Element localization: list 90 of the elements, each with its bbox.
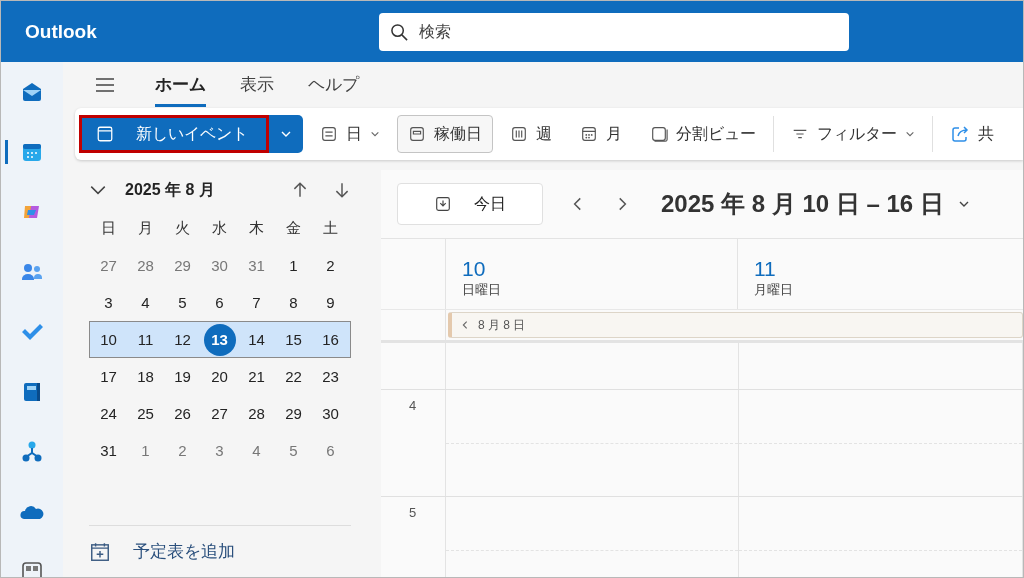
date-cell[interactable]: 25 xyxy=(127,396,164,431)
app-title: Outlook xyxy=(25,20,98,43)
date-cell[interactable]: 2 xyxy=(164,433,201,468)
calendar-today-icon xyxy=(434,195,452,213)
date-cell[interactable]: 26 xyxy=(164,396,201,431)
date-cell[interactable]: 9 xyxy=(312,285,349,320)
up-arrow-icon[interactable] xyxy=(291,181,309,199)
weekday-label: 金 xyxy=(285,218,302,238)
weekday-name: 日曜日 xyxy=(462,281,501,299)
add-calendar-button[interactable]: 予定表を追加 xyxy=(89,536,235,567)
date-cell[interactable]: 17 xyxy=(90,359,127,394)
weekday-label: 日 xyxy=(100,218,117,238)
date-cell[interactable]: 19 xyxy=(164,359,201,394)
weekday-name: 月曜日 xyxy=(754,281,793,299)
date-cell[interactable]: 30 xyxy=(201,248,238,283)
chevron-left-icon xyxy=(460,320,470,330)
weekday-label: 水 xyxy=(211,218,228,238)
date-cell[interactable]: 7 xyxy=(238,285,275,320)
date-cell[interactable]: 31 xyxy=(238,248,275,283)
hour-label: 5 xyxy=(409,505,417,520)
day-view-icon xyxy=(320,125,338,143)
date-cell[interactable]: 10 xyxy=(90,322,127,357)
date-cell[interactable]: 4 xyxy=(127,285,164,320)
date-cell[interactable]: 14 xyxy=(238,322,275,357)
date-cell[interactable]: 3 xyxy=(201,433,238,468)
date-cell[interactable]: 30 xyxy=(312,396,349,431)
envelope-icon xyxy=(20,80,44,104)
date-cell[interactable]: 29 xyxy=(275,396,312,431)
weekday-label: 土 xyxy=(322,218,339,238)
org-chart-icon xyxy=(20,440,44,464)
date-cell[interactable]: 5 xyxy=(164,285,201,320)
view-button[interactable]: 日 xyxy=(309,115,391,153)
calendar-icon xyxy=(96,125,114,143)
date-cell[interactable]: 27 xyxy=(90,248,127,283)
date-cell[interactable]: 28 xyxy=(127,248,164,283)
date-range-title[interactable]: 2025 年 8 月 10 日 – 16 日 xyxy=(661,188,944,220)
calendar-add-icon xyxy=(89,540,111,563)
new-event-button[interactable]: 新しいイベント xyxy=(82,118,266,150)
month-view-icon xyxy=(580,125,598,143)
date-cell[interactable]: 3 xyxy=(90,285,127,320)
weekday-label: 木 xyxy=(248,218,265,238)
share-button[interactable]: 共 xyxy=(939,115,995,153)
date-cell[interactable]: 1 xyxy=(127,433,164,468)
new-event-dropdown[interactable] xyxy=(269,115,303,153)
date-cell[interactable]: 6 xyxy=(201,285,238,320)
view-button[interactable]: 月 xyxy=(569,115,633,153)
filter-button[interactable]: フィルター xyxy=(780,115,926,153)
date-cell[interactable]: 24 xyxy=(90,396,127,431)
date-cell[interactable]: 6 xyxy=(312,433,349,468)
down-arrow-icon[interactable] xyxy=(333,181,351,199)
ribbon-tab[interactable]: 表示 xyxy=(240,63,274,107)
date-cell[interactable]: 16 xyxy=(312,322,349,357)
hour-label: 4 xyxy=(409,398,417,413)
date-cell[interactable]: 2 xyxy=(312,248,349,283)
date-cell[interactable]: 11 xyxy=(127,322,164,357)
all-day-event[interactable]: 8 月 8 日 xyxy=(448,312,1023,338)
day-number[interactable]: 11 xyxy=(754,257,776,281)
date-cell[interactable]: 1 xyxy=(275,248,312,283)
date-cell[interactable]: 20 xyxy=(201,359,238,394)
month-title: 2025 年 8 月 xyxy=(125,179,216,200)
date-cell[interactable]: 23 xyxy=(312,359,349,394)
date-cell[interactable]: 4 xyxy=(238,433,275,468)
view-button[interactable]: 週 xyxy=(499,115,563,153)
date-cell[interactable]: 31 xyxy=(90,433,127,468)
chevron-down-icon xyxy=(905,129,915,139)
share-icon xyxy=(950,124,970,144)
date-cell[interactable]: 18 xyxy=(127,359,164,394)
date-cell[interactable]: 28 xyxy=(238,396,275,431)
grid-icon xyxy=(20,560,44,577)
date-cell[interactable]: 8 xyxy=(275,285,312,320)
date-cell[interactable]: 21 xyxy=(238,359,275,394)
view-button[interactable]: 分割ビュー xyxy=(639,115,767,153)
view-button[interactable]: 稼働日 xyxy=(397,115,493,153)
ribbon-tab[interactable]: ヘルプ xyxy=(308,63,359,107)
date-cell[interactable]: 12 xyxy=(164,322,201,357)
weekday-label: 火 xyxy=(174,218,191,238)
day-number[interactable]: 10 xyxy=(462,257,486,281)
search-field[interactable]: 検索 xyxy=(379,12,849,51)
weekday-label: 月 xyxy=(137,218,154,238)
date-cell[interactable]: 22 xyxy=(275,359,312,394)
work-week-icon xyxy=(408,125,426,143)
date-cell[interactable]: 29 xyxy=(164,248,201,283)
today-button[interactable]: 今日 xyxy=(397,183,543,225)
search-icon xyxy=(390,22,409,42)
chevron-down-icon xyxy=(370,129,380,139)
date-cell[interactable]: 27 xyxy=(201,396,238,431)
week-view-icon xyxy=(510,125,528,143)
split-view-icon xyxy=(650,125,668,143)
date-cell[interactable]: 5 xyxy=(275,433,312,468)
date-cell[interactable]: 15 xyxy=(275,322,312,357)
